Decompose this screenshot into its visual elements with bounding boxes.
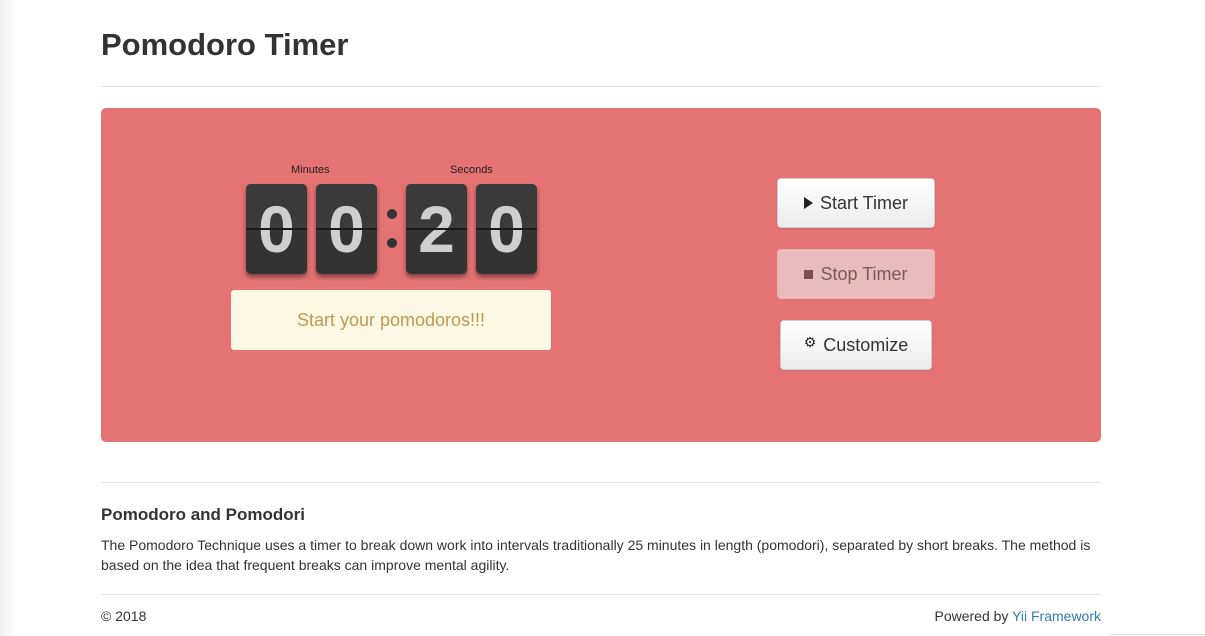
page-edge-shadow: [0, 0, 16, 636]
stop-timer-label: Stop Timer: [820, 263, 908, 284]
minutes-label: Minutes: [291, 164, 330, 176]
play-icon: [803, 197, 813, 209]
status-message: Start your pomodoros!!!: [231, 290, 551, 350]
header-divider: [101, 86, 1101, 87]
about-paragraph: The Pomodoro Technique uses a timer to b…: [101, 537, 1091, 573]
colon-dot-bottom: [387, 238, 397, 248]
stop-icon: [804, 269, 814, 279]
cog-icon: ⚙: [803, 334, 817, 350]
colon-dot-top: [387, 209, 397, 219]
customize-button[interactable]: ⚙ Customize: [780, 320, 932, 370]
corner-divider: [1110, 634, 1205, 635]
content-divider: [101, 482, 1101, 483]
start-timer-button[interactable]: Start Timer: [777, 178, 935, 228]
page-title: Pomodoro Timer: [101, 27, 349, 62]
about-heading: Pomodoro and Pomodori: [101, 505, 305, 524]
copyright: © 2018: [101, 608, 147, 624]
customize-label: Customize: [823, 334, 909, 355]
start-timer-label: Start Timer: [819, 192, 908, 213]
flip-clock: Minutes Seconds 0 0 2 0: [246, 164, 538, 279]
yii-framework-link[interactable]: Yii Framework: [1012, 608, 1101, 624]
seconds-ones-digit: 0: [476, 184, 537, 274]
seconds-tens-digit: 2: [406, 184, 467, 274]
minutes-ones-digit: 0: [316, 184, 377, 274]
minutes-tens-digit: 0: [246, 184, 307, 274]
footer-divider: [101, 594, 1101, 595]
powered-by: Powered by Yii Framework: [934, 608, 1101, 624]
timer-panel: Minutes Seconds 0 0 2 0 Start your pomod…: [101, 108, 1101, 442]
stop-timer-button[interactable]: Stop Timer: [777, 249, 935, 299]
powered-by-text: Powered by: [934, 608, 1013, 624]
seconds-label: Seconds: [450, 164, 493, 176]
